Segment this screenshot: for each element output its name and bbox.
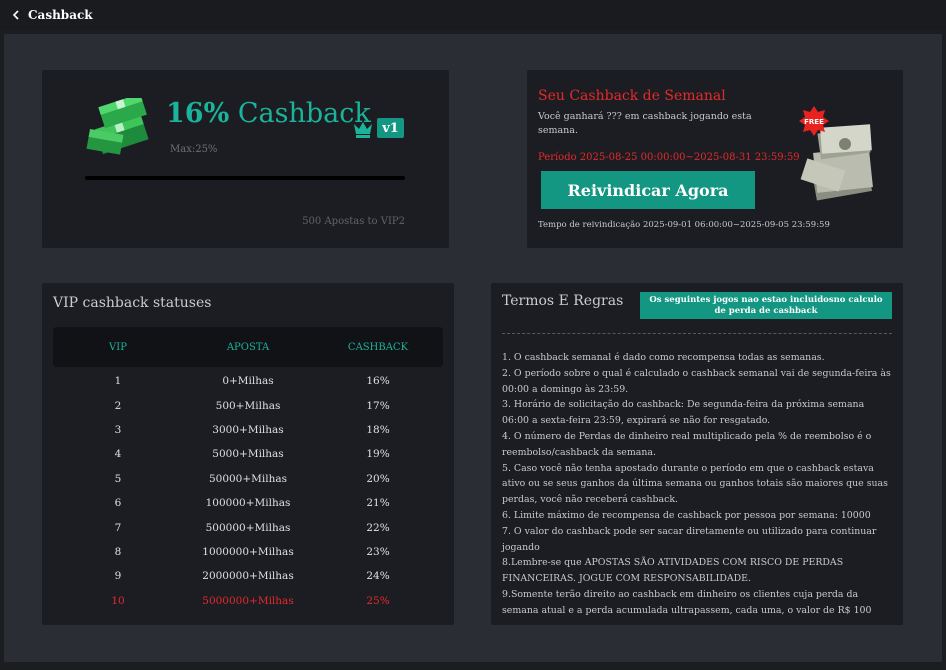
rule-item: 9.Somente terão direito ao cashback em d…: [502, 588, 872, 616]
vip-level-cell: 10: [111, 594, 125, 607]
vip-progress-bar: [85, 176, 405, 180]
vip-level-cell: 8: [114, 545, 122, 558]
table-row: 5 50000+Milhas 20%: [53, 467, 443, 491]
vip-level-badge: v1: [377, 118, 404, 138]
back-arrow-icon[interactable]: [8, 7, 24, 23]
cashback-cell: 19%: [366, 448, 390, 461]
rule-item: 7. O valor do cashback pode ser sacar di…: [502, 525, 877, 553]
next-level-requirement: 500 Apostas to VIP2: [302, 216, 405, 227]
rule-item: 5. Caso você não tenha apostado durante …: [502, 462, 888, 506]
cashback-cell: 24%: [366, 570, 390, 583]
claim-now-button[interactable]: Reivindicar Agora: [541, 171, 755, 209]
column-header-vip: VIP: [109, 341, 127, 353]
rule-item: 2. O período sobre o qual é calculado o …: [502, 367, 891, 395]
bet-cell: 500+Milhas: [215, 399, 281, 412]
cashback-cell: 20%: [366, 472, 390, 485]
cashback-cell: 23%: [366, 545, 390, 558]
bet-cell: 2000000+Milhas: [202, 570, 294, 583]
bet-cell: 3000+Milhas: [212, 423, 284, 436]
table-row: 8 1000000+Milhas 23%: [53, 540, 443, 564]
cashback-cell: 25%: [366, 594, 390, 607]
cashback-cell: 22%: [366, 521, 390, 534]
rule-item: 4. O número de Perdas de dinheiro real m…: [502, 430, 872, 458]
table-row: 4 5000+Milhas 19%: [53, 442, 443, 466]
table-row: 3 3000+Milhas 18%: [53, 418, 443, 442]
weekly-title: Seu Cashback de Semanal: [538, 88, 726, 104]
table-row: 2 500+Milhas 17%: [53, 393, 443, 417]
rule-item: 8.Lembre-se que APOSTAS SÃO ATIVIDADES C…: [502, 557, 844, 585]
rule-item: 6. Limite máximo de recompensa de cashba…: [502, 509, 871, 521]
vip-level-cell: 3: [114, 423, 122, 436]
table-row: 9 2000000+Milhas 24%: [53, 564, 443, 588]
table-row-highlighted: 10 5000000+Milhas 25%: [53, 589, 443, 613]
table-row: 6 100000+Milhas 21%: [53, 491, 443, 515]
bet-cell: 100000+Milhas: [205, 497, 291, 510]
vip-level-cell: 1: [114, 375, 122, 388]
free-money-icon: FREE: [799, 106, 873, 201]
weekly-cashback-card: Seu Cashback de Semanal Você ganhará ???…: [527, 70, 903, 248]
main-content: 16% Cashback Max:25% v1 500 Apostas to V…: [4, 34, 942, 662]
bet-cell: 50000+Milhas: [208, 472, 288, 485]
cashback-title-suffix: Cashback: [237, 98, 371, 129]
cashback-cell: 21%: [366, 497, 390, 510]
bet-cell: 500000+Milhas: [205, 521, 291, 534]
column-header-cashback: CASHBACK: [347, 341, 409, 353]
bet-cell: 1000000+Milhas: [202, 545, 294, 558]
column-header-bet: APOSTA: [226, 341, 270, 353]
vip-level-cell: 2: [114, 399, 122, 412]
vip-level-cell: 6: [114, 497, 122, 510]
cashback-cell: 17%: [366, 399, 390, 412]
cashback-level-card: 16% Cashback Max:25% v1 500 Apostas to V…: [42, 70, 449, 248]
vip-level-cell: 9: [114, 570, 122, 583]
weekly-period: Período 2025-08-25 00:00:00~2025-08-31 2…: [538, 152, 800, 163]
rules-list: 1. O cashback semanal é dado como recomp…: [502, 350, 894, 619]
top-bar: Cashback: [0, 0, 946, 30]
weekly-description: Você ganhará ??? em cashback jogando est…: [538, 111, 752, 136]
vip-table-header: VIP APOSTA CASHBACK: [53, 327, 443, 367]
excluded-games-button[interactable]: Os seguintes jogos nao estao incluidosno…: [640, 292, 892, 319]
rule-item: 3. Horário de solicitação do cashback: D…: [502, 399, 865, 427]
vip-level-cell: 7: [114, 521, 122, 534]
bet-cell: 0+Milhas: [222, 375, 274, 388]
cashback-percent: 16%: [166, 98, 230, 129]
rules-divider: [502, 333, 892, 334]
cashback-cell: 16%: [366, 375, 390, 388]
crown-icon: [354, 122, 372, 138]
table-row: 1 0+Milhas 16%: [53, 369, 443, 393]
bet-cell: 5000000+Milhas: [202, 594, 294, 607]
rule-item: 1. O cashback semanal é dado como recomp…: [502, 352, 825, 363]
cashback-percent-title: 16% Cashback: [166, 98, 371, 129]
bet-cell: 5000+Milhas: [212, 448, 284, 461]
free-badge-text: FREE: [804, 118, 824, 126]
vip-level-cell: 5: [114, 472, 122, 485]
money-stack-icon: [86, 98, 149, 155]
vip-table-body: 1 0+Milhas 16% 2 500+Milhas 17% 3 3000+Milhas…: [53, 369, 443, 613]
rules-title: Termos E Regras: [502, 293, 624, 309]
page-title: Cashback: [28, 8, 93, 22]
terms-rules-card: Termos E Regras Os seguintes jogos nao e…: [491, 283, 903, 625]
cashback-max: Max:25%: [170, 144, 218, 155]
claim-time: Tempo de reivindicação 2025-09-01 06:00:…: [538, 220, 830, 230]
table-row: 7 500000+Milhas 22%: [53, 515, 443, 539]
vip-level-cell: 4: [114, 448, 122, 461]
vip-statuses-card: VIP cashback statuses VIP APOSTA CASHBAC…: [42, 283, 454, 625]
vip-statuses-title: VIP cashback statuses: [53, 295, 212, 311]
cashback-cell: 18%: [366, 423, 390, 436]
